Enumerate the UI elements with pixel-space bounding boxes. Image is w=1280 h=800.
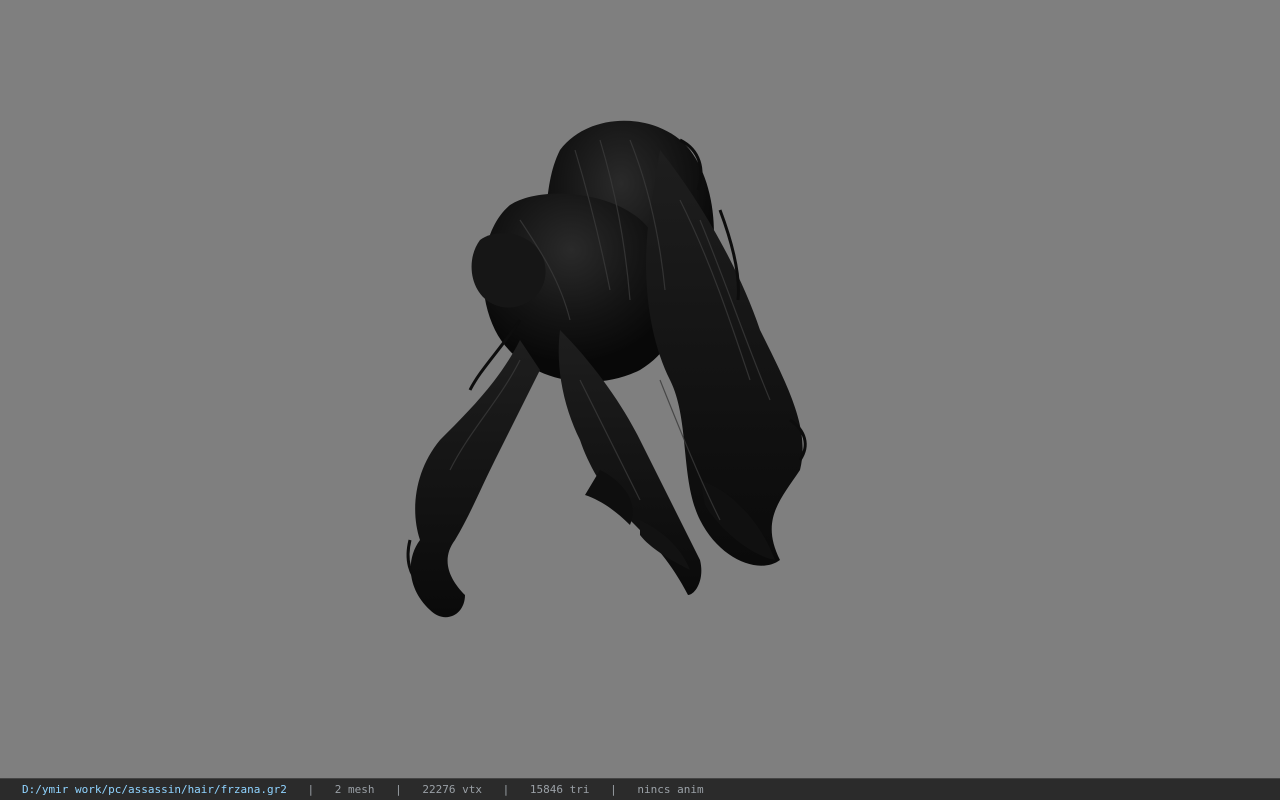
separator: | (610, 783, 617, 796)
animation-info: nincs anim (637, 783, 704, 796)
status-bar: D:/ymir work/pc/assassin/hair/frzana.gr2… (0, 778, 1280, 800)
separator: | (395, 783, 402, 796)
separator: | (502, 783, 510, 796)
vertex-count: 22276 vtx (422, 783, 483, 796)
separator: | (307, 783, 315, 796)
file-path: D:/ymir work/pc/assassin/hair/frzana.gr2 (22, 783, 287, 796)
triangle-count: 15846 tri (529, 783, 590, 796)
mesh-count: 2 mesh (334, 783, 375, 796)
hair-model-render (406, 120, 807, 618)
3d-viewport[interactable] (0, 0, 1280, 778)
